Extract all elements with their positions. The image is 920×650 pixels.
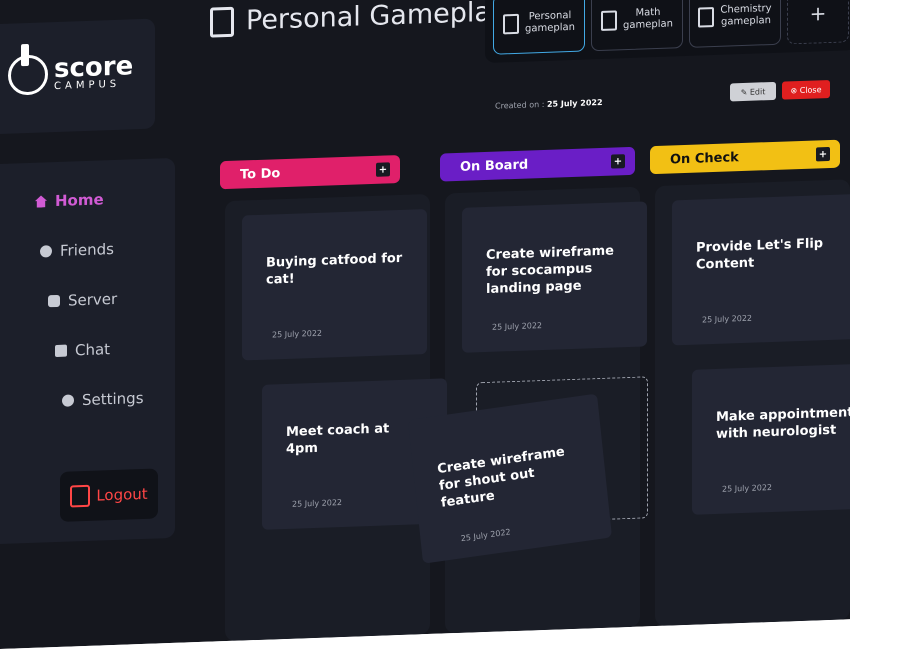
task-date: 25 July 2022 xyxy=(702,313,753,325)
notepad-icon xyxy=(698,7,714,28)
column-title: To Do xyxy=(240,165,281,183)
nav-settings-label: Settings xyxy=(82,388,144,410)
server-icon xyxy=(48,295,60,307)
column-title: On Check xyxy=(670,149,739,168)
tab-math-gameplan[interactable]: Math gameplan xyxy=(591,0,683,51)
add-tab-button[interactable]: + xyxy=(787,0,849,44)
chat-icon xyxy=(55,345,67,357)
task-card[interactable]: Buying catfood for cat! 25 July 2022 xyxy=(242,209,427,360)
task-date: 25 July 2022 xyxy=(272,328,323,340)
task-date: 25 July 2022 xyxy=(492,321,543,332)
home-icon xyxy=(35,195,47,207)
task-date: 25 July 2022 xyxy=(292,498,343,509)
tab-label: Chemistry gameplan xyxy=(720,3,772,28)
close-button[interactable]: ⊗ Close xyxy=(782,80,830,100)
column-header-onboard: On Board + xyxy=(440,147,635,182)
column-header-oncheck: On Check + xyxy=(650,140,840,175)
brand-name: score xyxy=(54,50,134,84)
page-title: Personal Gameplan xyxy=(210,0,508,38)
tab-label: Personal gameplan xyxy=(525,10,575,35)
created-meta: Created on : 25 July 2022 xyxy=(495,98,603,111)
gameplan-tabs: Personal gameplan Math gameplan Chemistr… xyxy=(485,0,857,63)
task-title: Create wireframe for shout out feature xyxy=(436,444,566,511)
task-card[interactable]: Make appointment with neurologist 25 Jul… xyxy=(692,363,877,514)
task-title: Meet coach at 4pm xyxy=(286,421,390,457)
task-date: 25 July 2022 xyxy=(722,482,773,494)
add-card-button[interactable]: + xyxy=(611,154,625,168)
task-title: Make appointment with neurologist xyxy=(716,405,854,442)
task-card[interactable]: Create wireframe for scocampus landing p… xyxy=(462,201,647,352)
add-card-button[interactable]: + xyxy=(376,162,390,176)
logo-mark-icon xyxy=(8,54,48,95)
logout-label: Logout xyxy=(96,484,148,505)
page-title-text: Personal Gameplan xyxy=(246,0,509,37)
task-card[interactable]: Provide Let's Flip Content 25 July 2022 xyxy=(672,194,857,345)
add-card-button[interactable]: + xyxy=(816,147,830,161)
edit-label: ✎ Edit xyxy=(740,86,766,97)
column-header-todo: To Do + xyxy=(220,155,400,189)
nav-chat-label: Chat xyxy=(75,340,111,360)
app-screen: score CAMPUS Home Friends Server Chat Se… xyxy=(0,0,850,650)
nav-settings[interactable]: Settings xyxy=(62,389,144,410)
dragging-task-card[interactable]: Create wireframe for shout out feature 2… xyxy=(408,394,612,564)
created-label: Created on : xyxy=(495,99,545,111)
nav-server[interactable]: Server xyxy=(48,290,117,310)
notepad-icon xyxy=(210,6,234,37)
nav-friends-label: Friends xyxy=(60,239,114,260)
close-label: ⊗ Close xyxy=(790,84,822,95)
tab-personal-gameplan[interactable]: Personal gameplan xyxy=(493,0,585,55)
nav-home-label: Home xyxy=(55,190,104,211)
logout-icon xyxy=(70,485,90,508)
nav-friends[interactable]: Friends xyxy=(40,240,114,261)
tab-chemistry-gameplan[interactable]: Chemistry gameplan xyxy=(689,0,781,48)
add-tab-label: + xyxy=(809,1,827,26)
gear-icon xyxy=(62,394,74,406)
logout-button[interactable]: Logout xyxy=(60,468,158,521)
notepad-icon xyxy=(601,10,617,31)
column-title: On Board xyxy=(460,157,529,175)
edit-button[interactable]: ✎ Edit xyxy=(730,82,776,102)
brand-logo: score CAMPUS xyxy=(8,51,133,95)
tab-label: Math gameplan xyxy=(623,6,673,32)
friends-icon xyxy=(40,245,52,257)
nav-server-label: Server xyxy=(68,289,118,310)
logo-panel: score CAMPUS xyxy=(0,19,155,135)
task-title: Provide Let's Flip Content xyxy=(696,236,824,273)
task-date: 25 July 2022 xyxy=(460,527,512,544)
nav-chat[interactable]: Chat xyxy=(55,340,110,360)
created-date: 25 July 2022 xyxy=(546,97,603,109)
nav-home[interactable]: Home xyxy=(35,190,104,210)
notepad-icon xyxy=(503,14,519,35)
task-title: Buying catfood for cat! xyxy=(266,250,403,288)
task-title: Create wireframe for scocampus landing p… xyxy=(486,243,614,297)
